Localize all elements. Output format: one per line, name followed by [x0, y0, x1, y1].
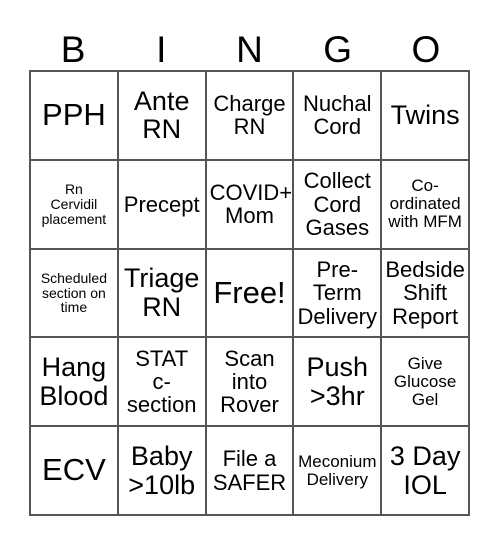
bingo-cell[interactable]: Ante RN [118, 72, 207, 161]
bingo-cell[interactable]: Precept [118, 160, 207, 250]
bingo-cell[interactable]: Collect Cord Gases [294, 160, 383, 250]
bingo-card: B I N G O PPH Ante RN Charge RN Nuchal C… [29, 14, 470, 516]
bingo-cell[interactable]: Charge RN [206, 72, 295, 161]
bingo-cell[interactable]: Baby >10lb [118, 427, 207, 516]
bingo-grid: PPH Ante RN Charge RN Nuchal Cord Twins … [29, 70, 470, 516]
bingo-cell-label: Hang Blood [39, 352, 109, 411]
bingo-cell-label: Give Glucose Gel [393, 353, 457, 409]
bingo-cell[interactable]: STAT c- section [118, 338, 207, 428]
bingo-cell-label: Pre- Term Delivery [297, 257, 378, 329]
bingo-header-letter-n: N [236, 29, 263, 70]
bingo-cell-free[interactable]: Free! [206, 249, 295, 339]
bingo-cell[interactable]: Triage RN [118, 249, 207, 339]
bingo-cell-label: PPH [42, 96, 106, 132]
bingo-cell-label: Meconium Delivery [298, 451, 377, 489]
bingo-cell-label: Scan into Rover [220, 345, 279, 418]
bingo-header-row: B I N G O [29, 14, 470, 70]
bingo-cell[interactable]: ECV [31, 427, 119, 516]
bingo-header-letter-g: G [323, 29, 353, 70]
bingo-cell-label: Triage RN [123, 263, 200, 322]
bingo-cell[interactable]: File a SAFER [206, 427, 295, 516]
bingo-cell-label: Nuchal Cord [303, 91, 372, 140]
bingo-header-letter-o: O [411, 29, 441, 70]
bingo-cell[interactable]: Bedside Shift Report [382, 249, 470, 339]
bingo-cell[interactable]: Co- ordinated with MFM [382, 160, 470, 250]
bingo-cell[interactable]: Rn Cervidil placement [31, 160, 119, 250]
bingo-cell[interactable]: Scan into Rover [206, 338, 295, 428]
bingo-cell-label: Bedside Shift Report [385, 257, 465, 329]
bingo-cell-label: Ante RN [133, 85, 190, 145]
bingo-cell[interactable]: Meconium Delivery [294, 427, 383, 516]
bingo-cell-label: File a SAFER [212, 446, 287, 495]
bingo-cell[interactable]: Scheduled section on time [31, 249, 119, 339]
bingo-cell[interactable]: COVID+ Mom [206, 160, 295, 250]
bingo-cell-label: Twins [390, 100, 460, 131]
bingo-header-letter-i: I [156, 29, 167, 70]
bingo-cell-label: 3 Day IOL [389, 440, 461, 500]
bingo-cell[interactable]: Twins [382, 72, 470, 161]
bingo-cell[interactable]: PPH [31, 72, 119, 161]
bingo-cell-label: ECV [42, 452, 106, 488]
bingo-cell-label: Scheduled section on time [40, 269, 107, 316]
bingo-cell-label: Charge RN [213, 91, 286, 140]
bingo-cell-label: Baby >10lb [128, 440, 196, 500]
bingo-cell-label: Precept [123, 191, 200, 217]
bingo-cell-label: Push >3hr [306, 352, 369, 411]
bingo-cell[interactable]: Hang Blood [31, 338, 119, 428]
bingo-cell[interactable]: Pre- Term Delivery [294, 249, 383, 339]
bingo-cell-label: Collect Cord Gases [303, 168, 371, 240]
bingo-cell-label: Rn Cervidil placement [41, 180, 107, 227]
bingo-cell[interactable]: Nuchal Cord [294, 72, 383, 161]
bingo-cell[interactable]: 3 Day IOL [382, 427, 470, 516]
bingo-cell-label: Co- ordinated with MFM [388, 176, 462, 232]
bingo-cell-label: COVID+ Mom [209, 179, 293, 229]
bingo-header-letter-b: B [60, 29, 86, 70]
bingo-cell-label: STAT c- section [126, 345, 197, 418]
bingo-cell-label: Free! [213, 274, 286, 310]
bingo-cell[interactable]: Push >3hr [294, 338, 383, 428]
bingo-cell[interactable]: Give Glucose Gel [382, 338, 470, 428]
